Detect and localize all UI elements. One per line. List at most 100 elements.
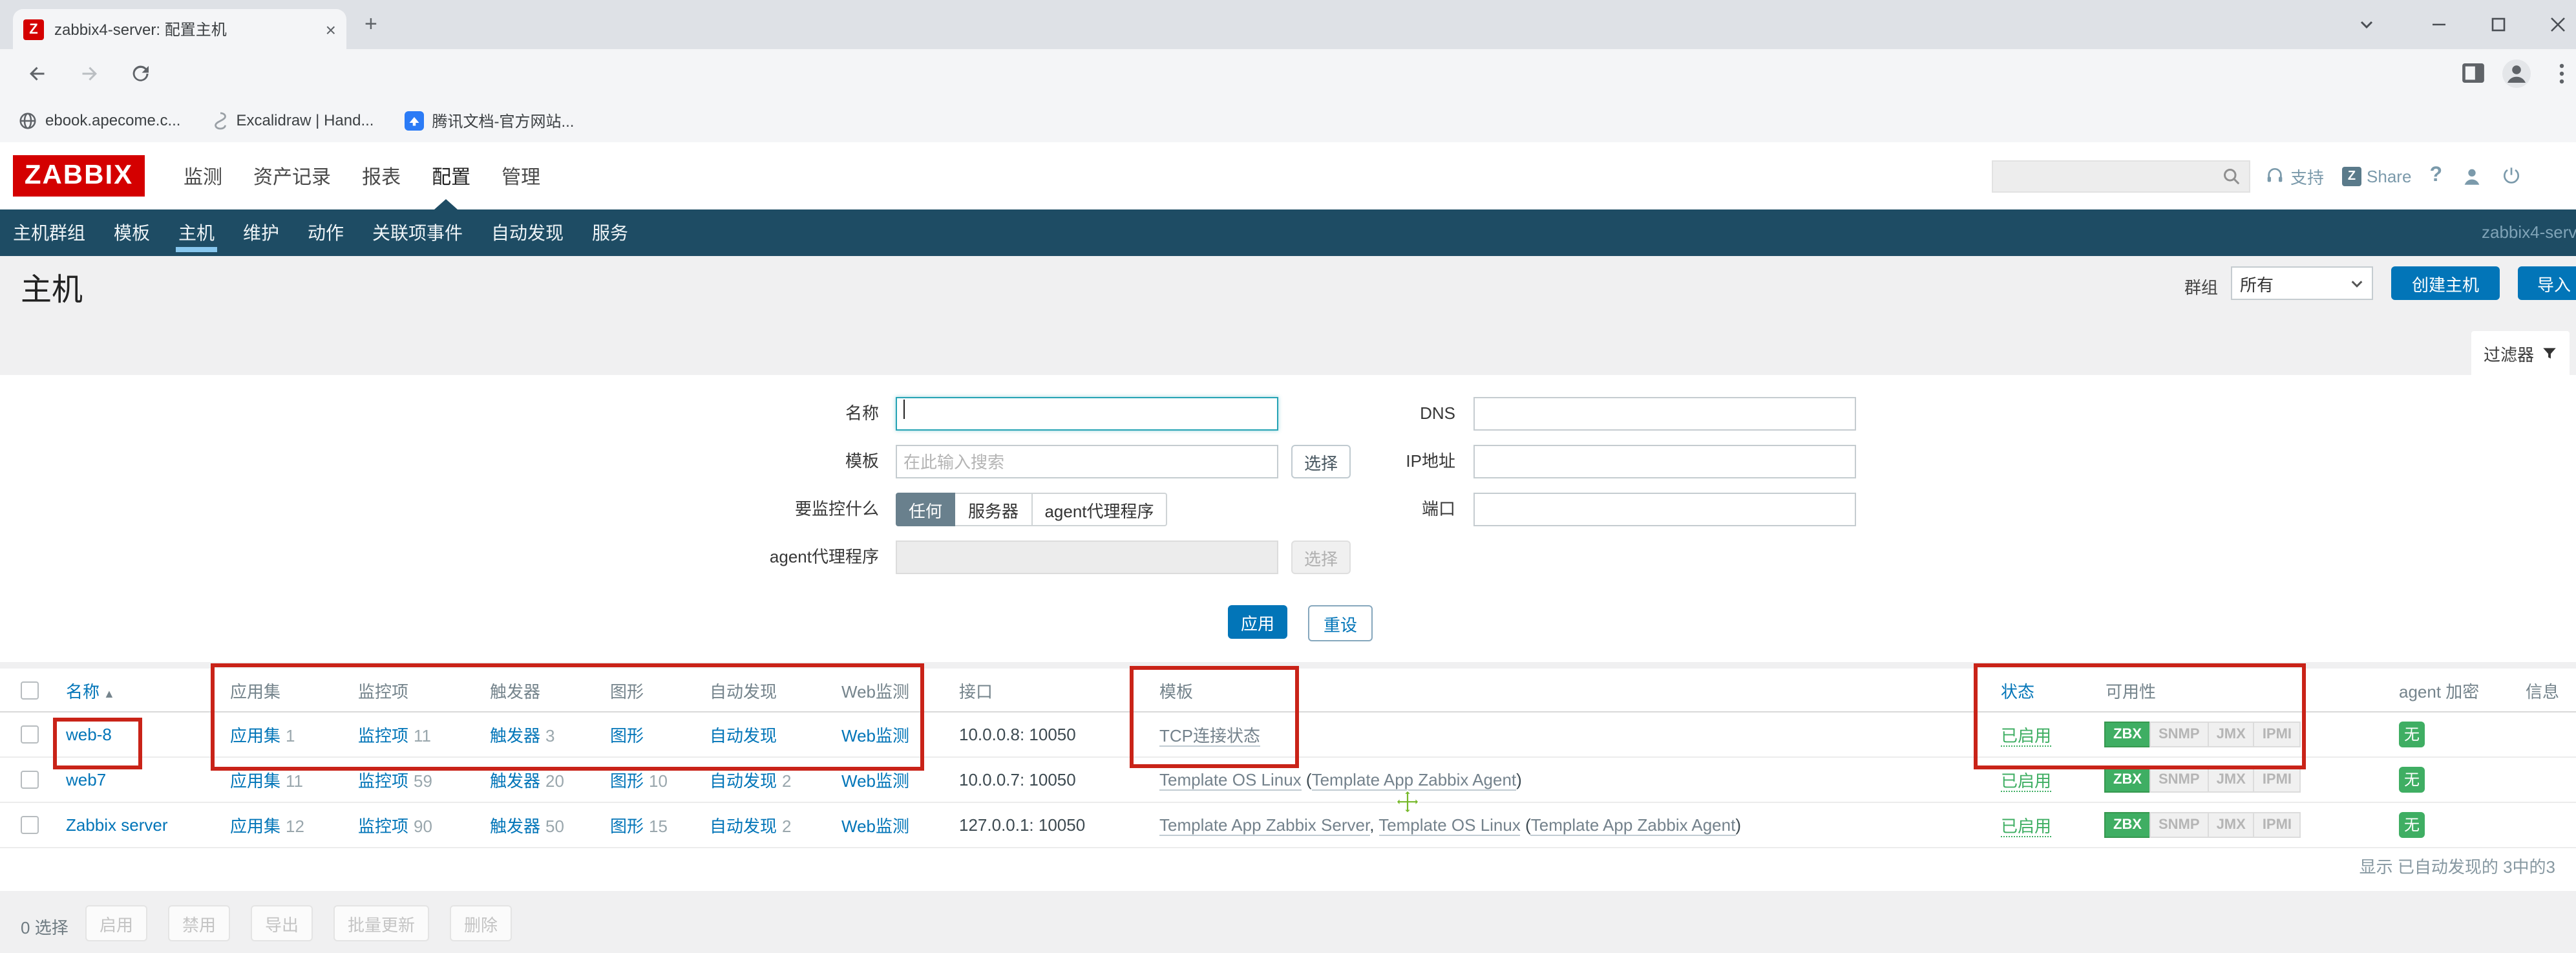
browser-tab[interactable]: Z zabbix4-server: 配置主机 × — [13, 9, 346, 49]
port-input[interactable] — [1473, 493, 1856, 526]
template-link[interactable]: Template OS Linux — [1378, 815, 1521, 836]
items-link[interactable]: 监控项 — [358, 726, 408, 745]
applications-link[interactable]: 应用集 — [230, 726, 280, 745]
import-button[interactable]: 导入 — [2518, 266, 2576, 300]
subnav-hosts[interactable]: 主机 — [178, 209, 215, 256]
bookmark-item[interactable]: ebook.apecome.c... — [18, 111, 180, 130]
forward-icon[interactable] — [78, 62, 101, 85]
column-header-applications: 应用集 — [230, 678, 280, 702]
graphs-link[interactable]: 图形 — [610, 726, 644, 745]
menu-item-monitoring[interactable]: 监测 — [184, 162, 222, 189]
back-icon[interactable] — [26, 62, 49, 85]
subnav-host-groups[interactable]: 主机群组 — [13, 209, 85, 256]
filter-tab[interactable]: 过滤器 — [2471, 331, 2570, 375]
discovery-link[interactable]: 自动发现 — [710, 817, 777, 836]
menu-item-configuration[interactable]: 配置 — [432, 162, 470, 189]
template-link[interactable]: Template App Zabbix Agent — [1531, 815, 1736, 836]
new-tab-button[interactable]: + — [364, 13, 377, 36]
menu-item-inventory[interactable]: 资产记录 — [253, 162, 331, 189]
reset-button[interactable]: 重设 — [1308, 605, 1373, 641]
subnav-event-correlation[interactable]: 关联项事件 — [372, 209, 463, 256]
availability-badges: ZBXSNMPJMXIPMI — [2106, 722, 2301, 747]
column-header-templates: 模板 — [1159, 678, 1193, 702]
web-link[interactable]: Web监测 — [841, 726, 909, 745]
template-link[interactable]: Template App Zabbix Server — [1159, 815, 1369, 836]
host-name-link[interactable]: web7 — [66, 770, 106, 789]
side-panel-icon[interactable] — [2462, 63, 2484, 83]
subnav-maintenance[interactable]: 维护 — [243, 209, 279, 256]
subnav-discovery[interactable]: 自动发现 — [491, 209, 564, 256]
items-link[interactable]: 监控项 — [358, 771, 408, 791]
window-close-button[interactable] — [2549, 16, 2567, 34]
column-header-status[interactable]: 状态 — [2001, 678, 2034, 702]
row-checkbox[interactable] — [21, 725, 39, 744]
ip-input[interactable] — [1473, 445, 1856, 478]
web-link[interactable]: Web监测 — [841, 817, 909, 836]
graphs-link[interactable]: 图形 — [610, 817, 644, 836]
create-host-button[interactable]: 创建主机 — [2391, 266, 2500, 300]
share-link[interactable]: Z Share — [2342, 166, 2411, 186]
browser-tab-strip: Z zabbix4-server: 配置主机 × + — [0, 0, 2576, 49]
tab-search-icon[interactable] — [2358, 16, 2376, 34]
column-header-name[interactable]: 名称▲ — [66, 678, 115, 702]
column-header-info: 信息 — [2526, 678, 2559, 702]
monitored-by-proxy[interactable]: agent代理程序 — [1033, 493, 1167, 526]
select-all-checkbox[interactable] — [21, 681, 39, 699]
bookmark-item[interactable]: Excalidraw | Hand... — [211, 111, 374, 130]
template-search-input[interactable] — [896, 445, 1278, 478]
reload-icon[interactable] — [129, 62, 153, 85]
host-name-link[interactable]: web-8 — [66, 725, 112, 744]
profile-icon[interactable] — [2460, 165, 2482, 187]
help-link[interactable]: ? — [2429, 164, 2442, 187]
window-minimize-button[interactable] — [2430, 16, 2448, 34]
monitored-by-server[interactable]: 服务器 — [955, 493, 1033, 526]
triggers-link[interactable]: 触发器 — [490, 771, 540, 791]
row-checkbox[interactable] — [21, 816, 39, 834]
availability-badges: ZBXSNMPJMXIPMI — [2106, 767, 2301, 793]
status-enabled-link[interactable]: 已启用 — [2001, 771, 2051, 792]
triggers-link[interactable]: 触发器 — [490, 817, 540, 836]
move-cursor-icon — [1393, 789, 1422, 817]
applications-link[interactable]: 应用集 — [230, 771, 280, 791]
triggers-link[interactable]: 触发器 — [490, 726, 540, 745]
name-label: 名称 — [646, 397, 879, 431]
tencent-docs-icon — [405, 111, 424, 130]
apply-button[interactable]: 应用 — [1228, 605, 1287, 639]
monitored-by-segmented: 任何 服务器 agent代理程序 — [896, 493, 1167, 526]
encryption-badge: 无 — [2399, 812, 2425, 838]
subnav-services[interactable]: 服务 — [592, 209, 628, 256]
monitored-by-any[interactable]: 任何 — [896, 493, 955, 526]
window-maximize-button[interactable] — [2489, 16, 2507, 34]
row-checkbox[interactable] — [21, 771, 39, 789]
web-link[interactable]: Web监测 — [841, 771, 909, 791]
bookmark-item[interactable]: 腾讯文档-官方网站... — [405, 109, 574, 131]
discovery-link[interactable]: 自动发现 — [710, 771, 777, 791]
avatar[interactable] — [2502, 59, 2531, 88]
browser-menu-icon[interactable] — [2551, 62, 2572, 85]
name-input[interactable] — [896, 397, 1278, 431]
graphs-link[interactable]: 图形 — [610, 771, 644, 791]
dns-input[interactable] — [1473, 397, 1856, 431]
subnav-actions[interactable]: 动作 — [308, 209, 344, 256]
status-enabled-link[interactable]: 已启用 — [2001, 726, 2051, 747]
host-name-link[interactable]: Zabbix server — [66, 815, 168, 835]
applications-link[interactable]: 应用集 — [230, 817, 280, 836]
subnav-templates[interactable]: 模板 — [114, 209, 150, 256]
zabbix-logo[interactable]: ZABBIX — [13, 155, 145, 197]
menu-item-reports[interactable]: 报表 — [362, 162, 401, 189]
host-row-zabbix-server: Zabbix server 应用集12 监控项90 触发器50 图形15 自动发… — [0, 803, 2576, 848]
menu-item-administration[interactable]: 管理 — [501, 162, 540, 189]
items-link[interactable]: 监控项 — [358, 817, 408, 836]
snmp-badge: SNMP — [2149, 812, 2209, 838]
template-link[interactable]: Template OS Linux — [1159, 770, 1302, 791]
interface-value: 10.0.0.7: 10050 — [959, 770, 1076, 789]
support-link[interactable]: 支持 — [2265, 164, 2324, 188]
status-enabled-link[interactable]: 已启用 — [2001, 817, 2051, 837]
template-link[interactable]: TCP连接状态 — [1159, 726, 1260, 747]
logout-icon[interactable] — [2500, 166, 2521, 186]
discovery-link[interactable]: 自动发现 — [710, 726, 777, 745]
global-search-input[interactable] — [1992, 160, 2250, 193]
tab-close-icon[interactable]: × — [326, 19, 336, 39]
template-link[interactable]: Template App Zabbix Agent — [1312, 770, 1517, 791]
group-select[interactable]: 所有 — [2231, 266, 2373, 300]
